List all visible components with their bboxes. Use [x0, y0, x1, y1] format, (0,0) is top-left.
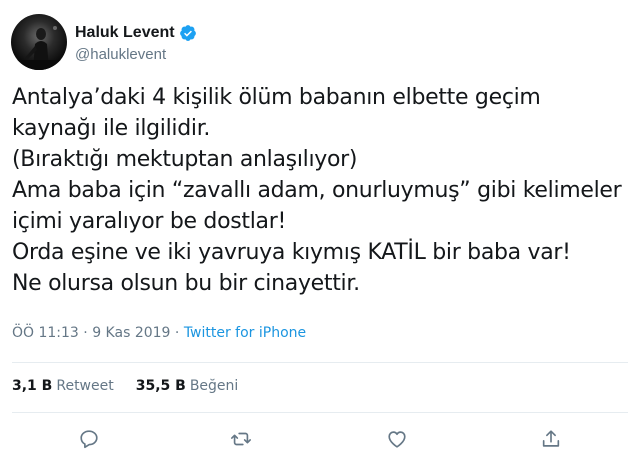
author-handle[interactable]: @haluklevent [75, 46, 166, 63]
retweets-count: 3,1 B [12, 378, 53, 394]
divider [12, 412, 628, 413]
verified-badge-icon [179, 24, 197, 42]
retweet-icon [231, 432, 251, 446]
tweet-time[interactable]: ÖÖ 11:13 [12, 325, 79, 341]
meta-separator: · [78, 325, 93, 341]
meta-separator: · [170, 325, 184, 341]
tweet-line: (Bıraktığı mektuptan anlaşılıyor) [12, 147, 358, 172]
tweet-line: Antalya’daki 4 kişilik ölüm babanın elbe… [12, 85, 541, 110]
retweet-button[interactable] [230, 428, 254, 452]
tweet-text: Antalya’daki 4 kişilik ölüm babanın elbe… [12, 82, 632, 299]
tweet-stats: 3,1 B Retweet 35,5 B Beğeni [12, 378, 238, 394]
tweet-actions [0, 428, 640, 456]
tweet-line: kaynağı ile ilgilidir. [12, 116, 211, 141]
likes-stat[interactable]: 35,5 B Beğeni [136, 378, 239, 394]
tweet-source-link[interactable]: Twitter for iPhone [184, 325, 306, 341]
reply-icon [80, 430, 98, 449]
tweet-line: Ne olursa olsun bu bir cinayettir. [12, 271, 360, 296]
like-button[interactable] [386, 428, 410, 452]
retweets-stat[interactable]: 3,1 B Retweet [12, 378, 114, 394]
tweet-header: Haluk Levent @haluklevent [11, 12, 611, 70]
avatar-image [11, 26, 67, 70]
like-icon [388, 431, 406, 448]
share-button[interactable] [540, 428, 564, 452]
reply-button[interactable] [78, 428, 102, 452]
tweet-line: Orda eşine ve iki yavruya kıymış KATİL b… [12, 240, 571, 265]
tweet-line: Ama baba için “zavallı adam, onurluymuş”… [12, 178, 622, 203]
tweet-date[interactable]: 9 Kas 2019 [92, 325, 170, 341]
divider [12, 362, 628, 363]
author-name-row: Haluk Levent [75, 24, 197, 42]
likes-count: 35,5 B [135, 378, 186, 394]
tweet-line: içimi yaralıyor be dostlar! [12, 209, 286, 234]
retweets-label: Retweet [56, 378, 114, 394]
share-icon [542, 430, 560, 447]
avatar[interactable] [11, 14, 67, 70]
author-display-name[interactable]: Haluk Levent [75, 24, 175, 42]
likes-label: Beğeni [189, 378, 239, 394]
tweet-meta: ÖÖ 11:13 · 9 Kas 2019 · Twitter for iPho… [12, 325, 306, 341]
